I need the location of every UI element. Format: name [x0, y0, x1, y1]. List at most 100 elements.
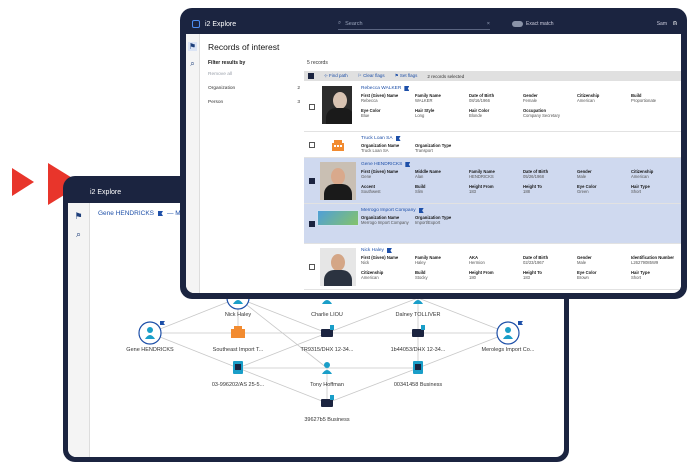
record-title-text: Nick Haley: [361, 248, 384, 253]
search-icon[interactable]: ⌕: [188, 59, 197, 68]
flag-icon[interactable]: [404, 86, 410, 91]
person-photo: [320, 248, 356, 286]
record-row[interactable]: Truck Loan SA Organization Name Truck Loan…: [304, 132, 681, 158]
select-all-checkbox[interactable]: [308, 73, 314, 79]
field-value: L26279085W9: [631, 260, 659, 265]
record-field: Organization Name Merrogo Import Company: [361, 215, 409, 229]
building-icon: [320, 136, 356, 154]
record-title[interactable]: Merrogo Import Company: [361, 208, 424, 213]
record-field: Date of Birth 08/16/1966: [469, 93, 517, 107]
record-checkbox[interactable]: [309, 264, 315, 270]
record-row[interactable]: Rebecca WALKER First (Given) Name Rebecca F…: [304, 82, 681, 132]
document-detail-icon: [235, 364, 241, 370]
node-label: Charlie LIOU: [311, 312, 343, 318]
app-logo-icon: [192, 20, 200, 28]
record-field: Eye Color Blue: [361, 108, 409, 122]
record-field: Date of Birth 05/26/1968: [523, 169, 571, 183]
field-value: 188: [523, 189, 530, 194]
user-avatar-icon[interactable]: ⍝: [673, 20, 677, 28]
filter-item[interactable]: Person 3: [208, 100, 300, 105]
clear-search-icon[interactable]: ×: [487, 21, 490, 27]
graph-node[interactable]: Southeast Import T...: [213, 326, 264, 353]
record-field: [577, 108, 625, 122]
graph-node[interactable]: 39627b5 Business: [304, 395, 350, 423]
toggle-switch[interactable]: [512, 21, 523, 27]
stage: i2 Explore ⚑ ⌕ Gene HENDRICKS — Me Gene …: [0, 0, 691, 462]
flag-icon[interactable]: [405, 162, 411, 167]
record-field: Family Name WALKER: [415, 93, 463, 107]
selected-count: 2 records selected: [427, 73, 465, 79]
building-icon: [231, 326, 245, 338]
records-list: Rebecca WALKER First (Given) Name Rebecca F…: [304, 82, 681, 293]
graph-node[interactable]: 03-996202/AS 25-5...: [212, 361, 265, 388]
find-path-button[interactable]: ⊹ Find path: [324, 73, 348, 79]
records-window-body: ⚑ ⌕ Records of interest Filter results b…: [186, 34, 681, 293]
records-icon[interactable]: ⚑: [188, 42, 197, 51]
clear-flags-button[interactable]: ⚐ Clear flags: [358, 73, 385, 79]
record-row[interactable]: Gene HENDRICKS First (Given) Name Gene Midd…: [304, 158, 681, 204]
field-value: Haley: [415, 260, 426, 265]
field-value: Green: [577, 189, 589, 194]
filter-item-label: Person: [208, 100, 224, 105]
record-field: Date of Birth 02/23/1967: [523, 255, 571, 269]
field-value: American: [577, 98, 595, 103]
device-badge-icon: [330, 325, 334, 330]
field-value: American: [361, 275, 379, 280]
record-checkbox[interactable]: [309, 142, 315, 148]
record-field: Organization Name Truck Loan SA: [361, 143, 409, 157]
field-value: 183: [523, 275, 530, 280]
record-row[interactable]: Nick Haley First (Given) Name Nick Family N…: [304, 244, 681, 290]
record-field: Citizenship American: [631, 169, 679, 183]
record-title[interactable]: Rebecca WALKER: [361, 86, 410, 91]
record-checkbox[interactable]: [309, 221, 315, 227]
record-title[interactable]: Truck Loan SA: [361, 136, 401, 141]
search-input[interactable]: ⌕ Search ×: [338, 19, 490, 30]
filter-item[interactable]: Remove all: [208, 72, 300, 77]
record-row[interactable]: Merrogo Import Company Organization Name M…: [304, 204, 681, 244]
chart-sidebar: ⚑ ⌕: [68, 203, 90, 457]
flag-icon[interactable]: [418, 208, 424, 213]
filter-item[interactable]: Organization 2: [208, 86, 300, 91]
field-value: Blonde: [469, 113, 483, 118]
graph-node[interactable]: TR9315/DHX 12-34...: [301, 325, 354, 353]
flag-icon: [160, 321, 165, 325]
graph-node[interactable]: Gene HENDRICKS: [126, 321, 174, 353]
record-title[interactable]: Nick Haley: [361, 248, 392, 253]
records-window: i2 Explore ⌕ Search × Exact match Sam ⍝ …: [180, 8, 687, 299]
field-value: 183: [469, 189, 476, 194]
field-value: Female: [523, 98, 537, 103]
node-label: 39627b5 Business: [304, 417, 350, 423]
company-logo: [317, 210, 359, 226]
set-flags-button[interactable]: ⚑ Set flags: [395, 73, 418, 79]
record-field: AKA Hermion: [469, 255, 517, 269]
record-title[interactable]: Gene HENDRICKS: [361, 162, 411, 167]
node-label: Merolegs Import Co...: [482, 347, 535, 353]
record-field: Eye Color Brown: [577, 270, 625, 284]
record-field: Occupation Company Secretary: [523, 108, 571, 122]
flag-icon[interactable]: [395, 136, 401, 141]
record-field: Identification Number L26279085W9: [631, 255, 679, 269]
record-fields: First (Given) Name Rebecca Family Name WALK…: [361, 93, 679, 122]
exact-match-toggle[interactable]: Exact match: [512, 21, 554, 27]
exact-match-label: Exact match: [526, 21, 554, 27]
record-field: Build Slim: [415, 184, 463, 198]
record-checkbox[interactable]: [309, 104, 315, 110]
search-icon[interactable]: ⌕: [74, 229, 84, 239]
node-label: Southeast Import T...: [213, 347, 264, 353]
field-value: Merrogo Import Company: [361, 220, 409, 225]
record-field: Organization Type Transport: [415, 143, 463, 157]
person-photo: [320, 162, 356, 200]
record-checkbox[interactable]: [309, 178, 315, 184]
field-value: Import/Export: [415, 220, 441, 225]
record-field: [631, 108, 679, 122]
record-field: Family Name Haley: [415, 255, 463, 269]
flag-icon[interactable]: [386, 248, 392, 253]
field-value: Slim: [415, 189, 424, 194]
search-placeholder: Search: [345, 20, 363, 27]
record-field: Hair Type Short: [631, 270, 679, 284]
filter-item-count: 3: [297, 100, 300, 105]
record-field: Gender Female: [523, 93, 571, 107]
node-label: 1b44053/DHX 12-34...: [391, 347, 446, 353]
field-value: HENDRICKS: [469, 174, 494, 179]
records-icon[interactable]: ⚑: [74, 211, 84, 221]
